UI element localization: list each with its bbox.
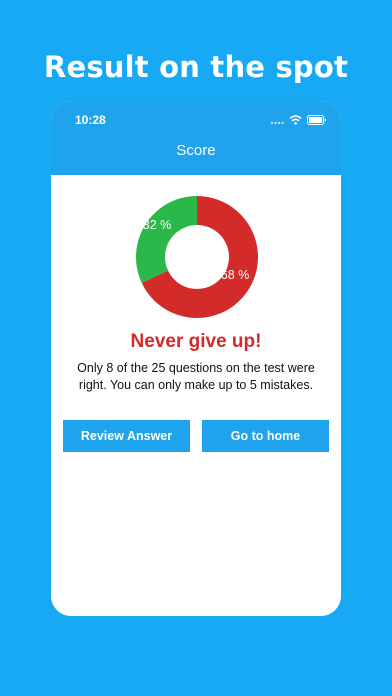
result-title: Never give up! bbox=[130, 331, 262, 352]
headline: Result on the spot bbox=[43, 50, 349, 84]
battery-icon bbox=[307, 112, 327, 130]
result-message: Only 8 of the 25 questions on the test w… bbox=[77, 361, 315, 392]
status-time: 10:28 bbox=[75, 113, 106, 127]
phone-screen: 10:28 Score 32 % 68 % Never give up! Onl… bbox=[51, 101, 341, 616]
go-to-home-button[interactable]: Go to home bbox=[202, 420, 329, 452]
status-icons bbox=[270, 112, 327, 130]
signal-icon bbox=[270, 112, 284, 130]
donut-label-incorrect: 68 % bbox=[221, 268, 250, 282]
score-donut-chart: 32 % 68 % bbox=[136, 196, 258, 318]
wifi-icon bbox=[289, 112, 302, 130]
review-answer-button[interactable]: Review Answer bbox=[63, 420, 190, 452]
donut-slice-correct bbox=[136, 196, 197, 283]
donut-label-correct: 32 % bbox=[143, 218, 172, 232]
status-bar: 10:28 bbox=[51, 101, 341, 137]
nav-title: Score bbox=[176, 142, 216, 159]
nav-bar: Score bbox=[51, 137, 341, 175]
